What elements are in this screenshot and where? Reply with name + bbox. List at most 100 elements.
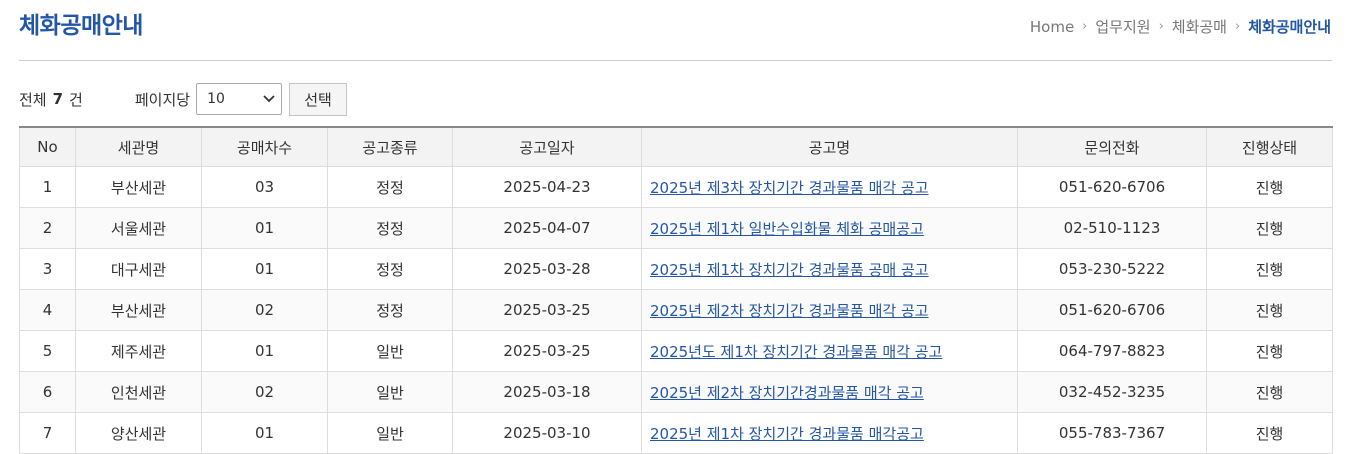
cell-date: 2025-03-10: [452, 412, 642, 454]
cell-title: 2025년 제1차 일반수입화물 체화 공매공고: [641, 207, 1018, 249]
cell-phone: 051-620-6706: [1017, 289, 1207, 331]
cell-office: 인천세관: [75, 371, 202, 413]
breadcrumb: Home › 업무지원 › 체화공매 › 체화공매안내: [1030, 16, 1331, 37]
cell-phone: 064-797-8823: [1017, 330, 1207, 372]
cell-date: 2025-03-25: [452, 330, 642, 372]
table-row: 2 서울세관 01 정정 2025-04-07 2025년 제1차 일반수입화물…: [19, 207, 1333, 249]
total-count: 7: [52, 90, 64, 108]
cell-title: 2025년 제1차 장치기간 경과물품 공매 공고: [641, 248, 1018, 290]
cell-phone: 051-620-6706: [1017, 166, 1207, 208]
cell-no: 2: [19, 207, 76, 249]
notice-title-link[interactable]: 2025년도 제1차 장치기간 경과물품 매각 공고: [650, 343, 942, 361]
header-date: 공고일자: [452, 127, 642, 167]
breadcrumb-current: 체화공매안내: [1248, 18, 1331, 36]
cell-round: 01: [201, 248, 328, 290]
cell-title: 2025년 제3차 장치기간 경과물품 매각 공고: [641, 166, 1018, 208]
breadcrumb-auction[interactable]: 체화공매: [1172, 16, 1227, 37]
cell-office: 서울세관: [75, 207, 202, 249]
cell-no: 4: [19, 289, 76, 331]
cell-type: 일반: [327, 412, 453, 454]
chevron-down-icon: [263, 95, 275, 103]
cell-status: 진행: [1206, 330, 1333, 372]
cell-office: 제주세관: [75, 330, 202, 372]
cell-no: 6: [19, 371, 76, 413]
notice-title-link[interactable]: 2025년 제1차 장치기간 경과물품 매각공고: [650, 425, 924, 443]
cell-status: 진행: [1206, 166, 1333, 208]
per-page-label: 페이지당: [134, 90, 191, 109]
auction-table: No 세관명 공매차수 공고종류 공고일자 공고명 문의전화 진행상태 1 부산…: [19, 126, 1333, 454]
cell-office: 부산세관: [75, 166, 202, 208]
cell-no: 7: [19, 412, 76, 454]
page-container: 체화공매안내 Home › 업무지원 › 체화공매 › 체화공매안내 전체 7 …: [0, 0, 1353, 454]
title-divider: [19, 60, 1332, 61]
chevron-right-icon: ›: [1158, 19, 1164, 34]
cell-title: 2025년도 제1차 장치기간 경과물품 매각 공고: [641, 330, 1018, 372]
list-toolbar: 전체 7 건 페이지당 10 선택: [19, 82, 348, 116]
cell-date: 2025-04-07: [452, 207, 642, 249]
table-row: 5 제주세관 01 일반 2025-03-25 2025년도 제1차 장치기간 …: [19, 330, 1333, 372]
cell-type: 일반: [327, 330, 453, 372]
per-page-value: 10: [207, 91, 225, 107]
header-office: 세관명: [75, 127, 202, 167]
cell-phone: 055-783-7367: [1017, 412, 1207, 454]
cell-office: 부산세관: [75, 289, 202, 331]
notice-title-link[interactable]: 2025년 제1차 장치기간 경과물품 공매 공고: [650, 261, 929, 279]
page-title: 체화공매안내: [19, 13, 143, 39]
cell-phone: 032-452-3235: [1017, 371, 1207, 413]
cell-date: 2025-03-25: [452, 289, 642, 331]
cell-status: 진행: [1206, 248, 1333, 290]
cell-round: 01: [201, 207, 328, 249]
table-row: 4 부산세관 02 정정 2025-03-25 2025년 제2차 장치기간 경…: [19, 289, 1333, 331]
cell-date: 2025-03-18: [452, 371, 642, 413]
per-page-select[interactable]: 10: [196, 83, 283, 115]
cell-no: 3: [19, 248, 76, 290]
table-row: 7 양산세관 01 일반 2025-03-10 2025년 제1차 장치기간 경…: [19, 412, 1333, 454]
header-status: 진행상태: [1206, 127, 1333, 167]
cell-phone: 053-230-5222: [1017, 248, 1207, 290]
cell-type: 정정: [327, 207, 453, 249]
cell-office: 양산세관: [75, 412, 202, 454]
header-phone: 문의전화: [1017, 127, 1207, 167]
notice-title-link[interactable]: 2025년 제2차 장치기간 경과물품 매각 공고: [650, 302, 929, 320]
cell-title: 2025년 제2차 장치기간경과물품 매각 공고: [641, 371, 1018, 413]
cell-phone: 02-510-1123: [1017, 207, 1207, 249]
cell-status: 진행: [1206, 207, 1333, 249]
select-button[interactable]: 선택: [289, 82, 348, 116]
notice-title-link[interactable]: 2025년 제2차 장치기간경과물품 매각 공고: [650, 384, 924, 402]
cell-title: 2025년 제2차 장치기간 경과물품 매각 공고: [641, 289, 1018, 331]
cell-round: 03: [201, 166, 328, 208]
breadcrumb-home[interactable]: Home: [1030, 18, 1074, 36]
cell-type: 정정: [327, 289, 453, 331]
cell-round: 02: [201, 289, 328, 331]
cell-status: 진행: [1206, 289, 1333, 331]
notice-title-link[interactable]: 2025년 제1차 일반수입화물 체화 공매공고: [650, 220, 924, 238]
notice-title-link[interactable]: 2025년 제3차 장치기간 경과물품 매각 공고: [650, 179, 929, 197]
chevron-right-icon: ›: [1234, 19, 1241, 34]
cell-type: 일반: [327, 371, 453, 413]
header-type: 공고종류: [327, 127, 453, 167]
cell-status: 진행: [1206, 371, 1333, 413]
breadcrumb-business-support[interactable]: 업무지원: [1095, 16, 1150, 37]
cell-type: 정정: [327, 248, 453, 290]
table-header-row: No 세관명 공매차수 공고종류 공고일자 공고명 문의전화 진행상태: [19, 127, 1333, 167]
cell-date: 2025-03-28: [452, 248, 642, 290]
cell-no: 1: [19, 166, 76, 208]
table-row: 3 대구세관 01 정정 2025-03-28 2025년 제1차 장치기간 경…: [19, 248, 1333, 290]
cell-title: 2025년 제1차 장치기간 경과물품 매각공고: [641, 412, 1018, 454]
header-title: 공고명: [641, 127, 1018, 167]
header-round: 공매차수: [201, 127, 328, 167]
cell-round: 01: [201, 330, 328, 372]
table-row: 1 부산세관 03 정정 2025-04-23 2025년 제3차 장치기간 경…: [19, 166, 1333, 208]
cell-office: 대구세관: [75, 248, 202, 290]
total-prefix: 전체: [19, 90, 47, 109]
chevron-right-icon: ›: [1082, 19, 1088, 34]
cell-date: 2025-04-23: [452, 166, 642, 208]
cell-round: 02: [201, 371, 328, 413]
header-no: No: [19, 127, 76, 167]
cell-no: 5: [19, 330, 76, 372]
table-row: 6 인천세관 02 일반 2025-03-18 2025년 제2차 장치기간경과…: [19, 371, 1333, 413]
cell-type: 정정: [327, 166, 453, 208]
total-suffix: 건: [69, 90, 83, 109]
cell-status: 진행: [1206, 412, 1333, 454]
cell-round: 01: [201, 412, 328, 454]
